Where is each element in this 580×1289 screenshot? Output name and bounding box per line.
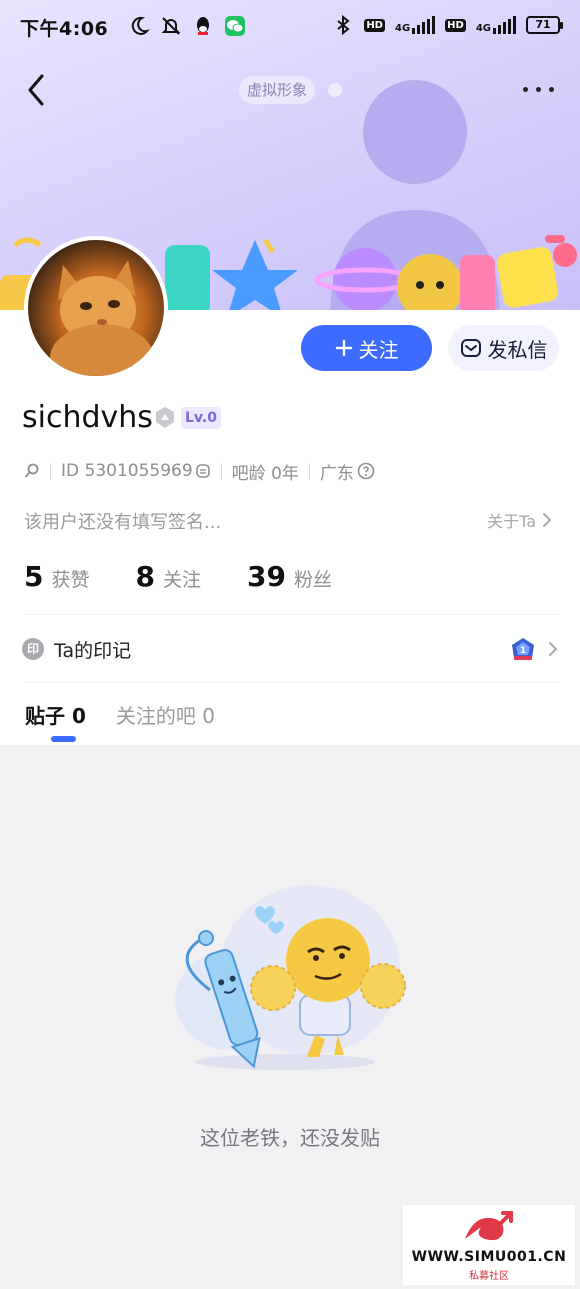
- stat-number: 8: [135, 560, 155, 593]
- watermark-logo: [465, 1211, 513, 1241]
- battery-indicator: 71: [526, 16, 563, 34]
- seal-icon: 印: [22, 638, 44, 660]
- region: 广东: [319, 463, 354, 484]
- search-icon: [24, 463, 39, 478]
- tab-posts[interactable]: 贴子 0: [25, 700, 86, 729]
- virtual-indicator-dot: [328, 83, 342, 97]
- stat-likes[interactable]: 5 获赞: [24, 560, 90, 593]
- plus-icon: [335, 339, 352, 357]
- level-badge: Lv.0: [181, 407, 221, 429]
- svg-text:1: 1: [520, 646, 526, 656]
- help-icon[interactable]: [357, 462, 375, 480]
- section-divider: [24, 614, 558, 615]
- meta-divider: [50, 463, 51, 479]
- virtual-avatar-chip[interactable]: 虚拟形象: [239, 76, 316, 104]
- marks-label: Ta的印记: [54, 639, 132, 662]
- envelope-icon: [460, 339, 481, 357]
- hd-badge-2: HD: [445, 18, 466, 32]
- avatar[interactable]: [24, 236, 168, 380]
- chevron-right-icon: [549, 642, 558, 656]
- more-options-button[interactable]: [518, 78, 558, 100]
- chevron-right-icon: [543, 513, 552, 527]
- username: sichdvhs: [22, 400, 153, 435]
- follow-label: 关注: [358, 337, 399, 362]
- stat-followers[interactable]: 39 粉丝: [247, 560, 332, 593]
- rank-badge-icon: [156, 407, 174, 428]
- about-label: 关于Ta: [487, 512, 536, 531]
- message-label: 发私信: [487, 337, 548, 362]
- meta-divider: [308, 463, 310, 479]
- content-tabs: 贴子 0 关注的吧 0: [25, 700, 215, 729]
- stat-label: 关注: [162, 569, 201, 591]
- wechat-icon: [225, 16, 245, 36]
- bluetooth-icon: [337, 14, 350, 36]
- watermark-subtext: 私募社区: [469, 1271, 509, 1282]
- stat-label: 获赞: [51, 569, 90, 591]
- copy-icon[interactable]: [195, 463, 211, 479]
- signature: 该用户还没有填写签名...: [24, 512, 222, 533]
- network-label-2: 4G: [475, 23, 491, 34]
- cat-photo: [50, 260, 154, 376]
- qq-icon: [197, 17, 209, 35]
- stat-number: 39: [247, 560, 286, 593]
- medal-icon: 1: [512, 638, 534, 660]
- stat-label: 粉丝: [293, 569, 332, 591]
- watermark-text: WWW.SIMU001.CN: [411, 1249, 567, 1265]
- empty-state-message: 这位老铁，还没发贴: [200, 1126, 380, 1150]
- status-bar: 下午4:06 HD 4G HD 4G 71: [0, 0, 580, 52]
- mute-bell-icon: [161, 17, 181, 35]
- back-button[interactable]: [22, 70, 54, 110]
- moon-icon: [131, 16, 150, 35]
- signal-bars-icon: [412, 16, 436, 34]
- stats-row: 5 获赞 8 关注 39 粉丝: [24, 560, 378, 593]
- status-time: 下午4:06: [20, 18, 109, 40]
- meta-divider: [220, 463, 222, 479]
- about-link[interactable]: 关于Ta: [487, 508, 552, 532]
- user-id: ID 5301055969: [61, 461, 193, 481]
- hd-badge: HD: [364, 18, 385, 32]
- tab-followed-bars[interactable]: 关注的吧 0: [116, 700, 215, 729]
- empty-state-illustration: [175, 885, 406, 1070]
- tab-indicator: [51, 736, 76, 742]
- profile-meta-row: ID 5301055969 吧龄 0年 广东: [24, 460, 375, 484]
- section-divider: [24, 682, 558, 683]
- send-message-button[interactable]: 发私信: [448, 325, 559, 371]
- watermark: WWW.SIMU001.CN 私募社区: [403, 1205, 575, 1285]
- signal-bars-icon-2: [493, 16, 516, 34]
- marks-row[interactable]: 印 Ta的印记 1: [22, 632, 558, 666]
- stat-number: 5: [24, 560, 44, 593]
- network-label-1: 4G: [394, 23, 411, 34]
- bar-age: 吧龄 0年: [231, 463, 299, 484]
- stat-following[interactable]: 8 关注: [136, 560, 202, 593]
- follow-button[interactable]: 关注: [301, 325, 432, 371]
